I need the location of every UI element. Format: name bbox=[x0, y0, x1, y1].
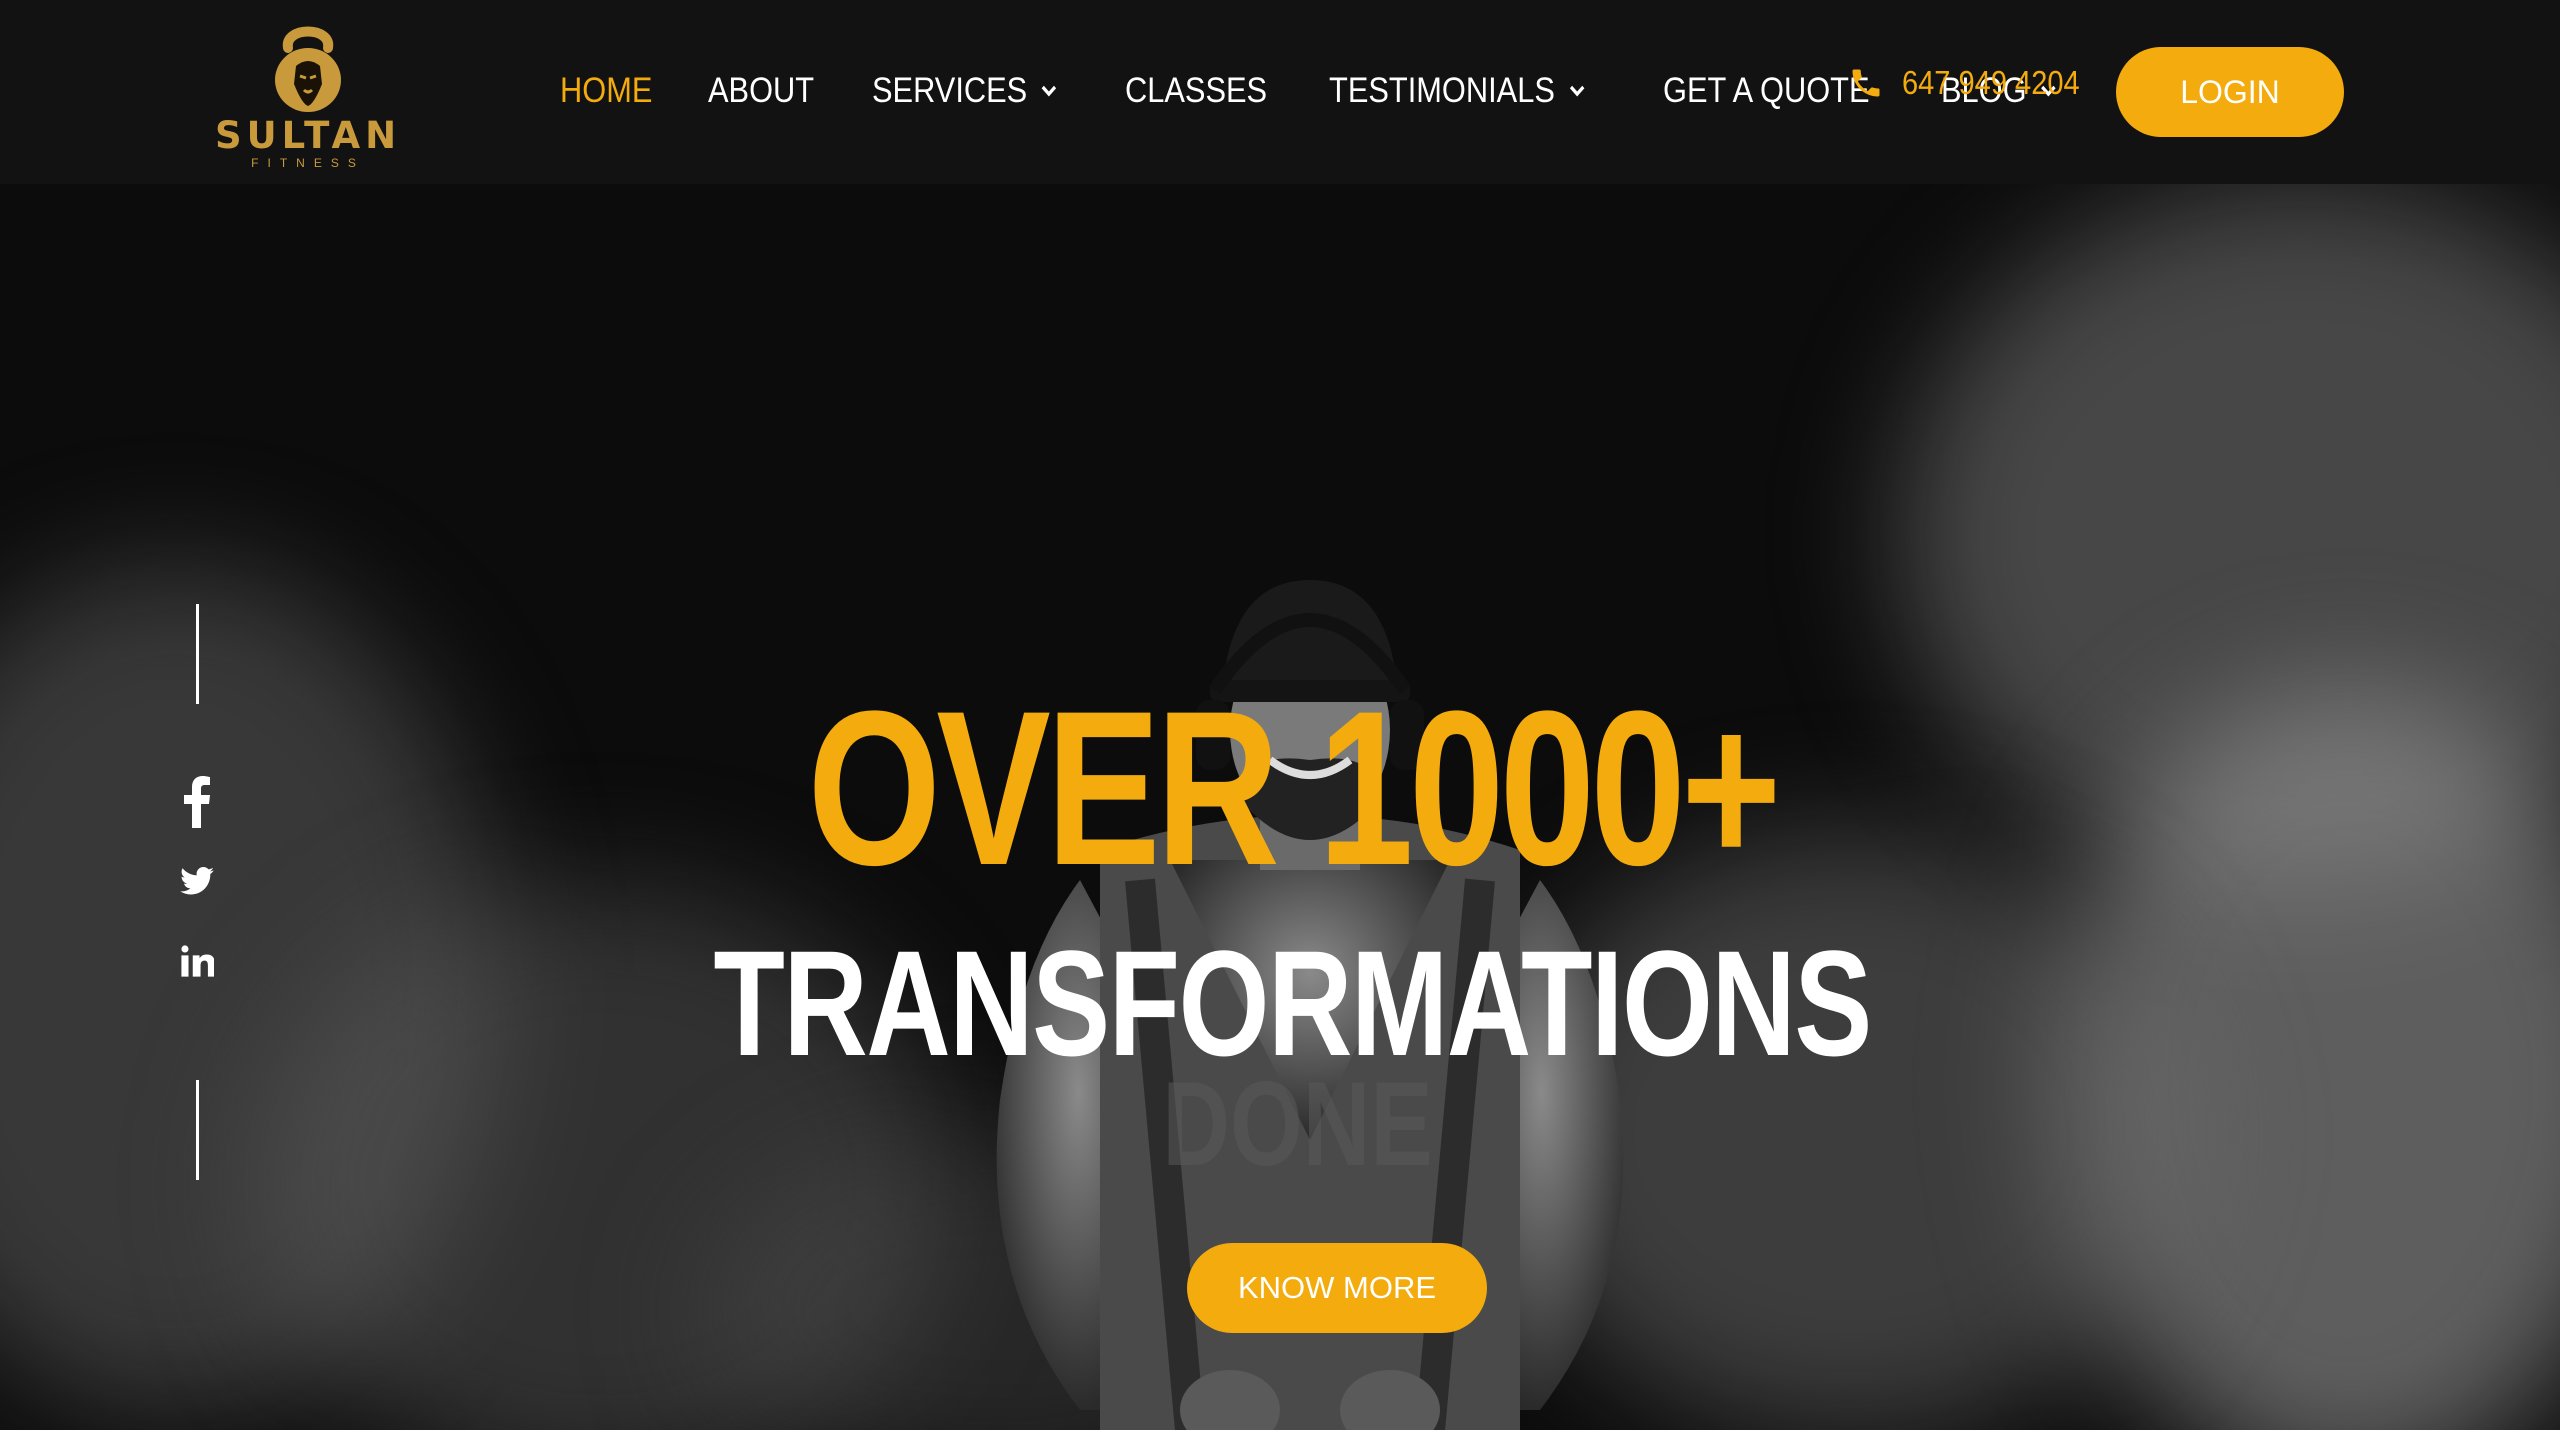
nav-item-classes[interactable]: CLASSES bbox=[1125, 71, 1267, 111]
nav-item-label: HOME bbox=[560, 71, 653, 110]
nav-item-label: ABOUT bbox=[708, 71, 815, 110]
brand-name: SULTAN bbox=[214, 114, 402, 157]
nav-item-services[interactable]: SERVICES bbox=[872, 71, 1057, 111]
site-header: SULTAN FITNESS HOME ABOUT SERVICES CLASS… bbox=[0, 0, 2560, 184]
hero-section: OVER 1000+ TRANSFORMATIONS DONE KNOW MOR… bbox=[0, 184, 2560, 1430]
phone-icon bbox=[1852, 69, 1880, 97]
social-divider-top bbox=[196, 604, 199, 704]
nav-item-label: GET A QUOTE bbox=[1663, 71, 1870, 110]
know-more-button[interactable]: KNOW MORE bbox=[1187, 1243, 1487, 1333]
login-button[interactable]: LOGIN bbox=[2116, 47, 2344, 137]
facebook-icon[interactable] bbox=[176, 776, 218, 828]
brand-logo[interactable]: SULTAN FITNESS bbox=[208, 22, 408, 172]
phone-link[interactable]: 647 949 4204 bbox=[1848, 64, 2104, 102]
nav-item-label: CLASSES bbox=[1124, 71, 1268, 110]
nav-item-testimonials[interactable]: TESTIMONIALS bbox=[1329, 71, 1585, 111]
nav-item-get-a-quote[interactable]: GET A QUOTE bbox=[1663, 71, 1870, 111]
linkedin-icon[interactable] bbox=[176, 940, 218, 982]
nav-item-label: TESTIMONIALS bbox=[1329, 71, 1556, 110]
chevron-down-icon[interactable] bbox=[1569, 85, 1585, 97]
brand-tagline: FITNESS bbox=[251, 156, 365, 170]
chevron-down-icon[interactable] bbox=[1041, 85, 1057, 97]
hero-headline-tertiary: DONE bbox=[1162, 1057, 1433, 1191]
nav-item-home[interactable]: HOME bbox=[560, 71, 652, 111]
kettlebell-lion-icon bbox=[275, 26, 341, 112]
hero-headline-primary: OVER 1000+ bbox=[807, 665, 1782, 911]
nav-item-label: SERVICES bbox=[871, 71, 1027, 110]
social-divider-bottom bbox=[196, 1080, 199, 1180]
phone-number: 647 949 4204 bbox=[1902, 64, 2080, 101]
twitter-icon[interactable] bbox=[176, 860, 218, 902]
hero-headline-secondary: TRANSFORMATIONS bbox=[713, 919, 1872, 1087]
nav-item-about[interactable]: ABOUT bbox=[708, 71, 814, 111]
